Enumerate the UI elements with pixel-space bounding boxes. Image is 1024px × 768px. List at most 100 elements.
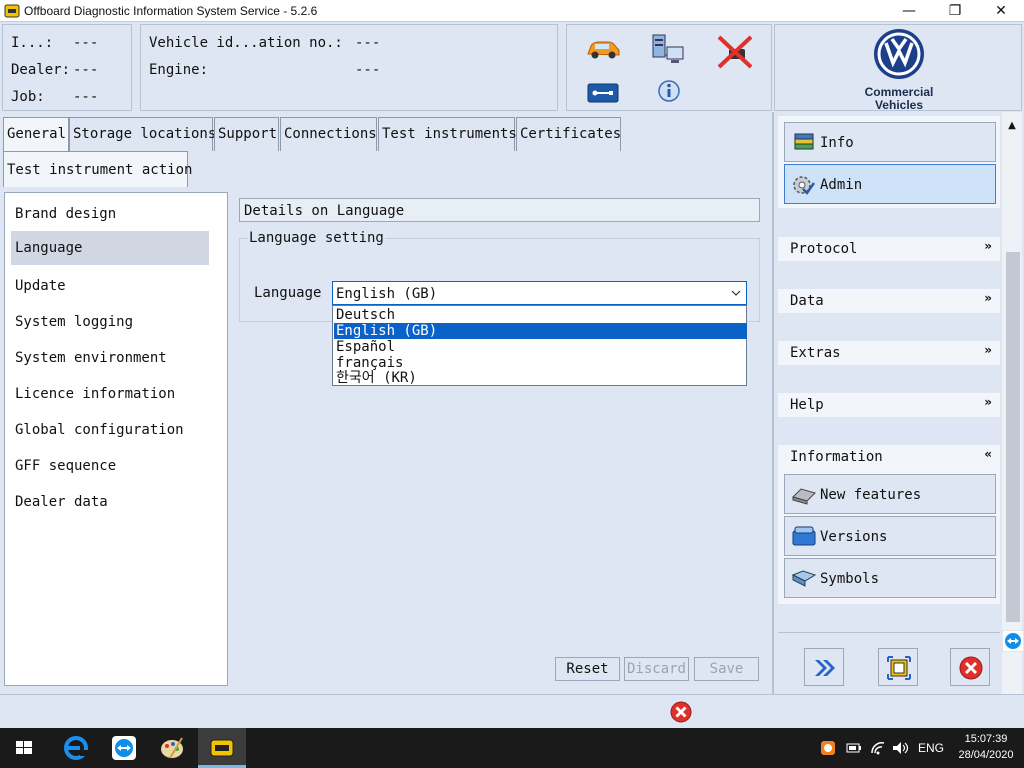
language-option-deutsch[interactable]: Deutsch [334, 307, 747, 323]
exit-x-icon [959, 656, 983, 680]
close-window-button[interactable]: ✕ [978, 0, 1024, 22]
chevron-down-icon [731, 290, 741, 296]
details-header: Details on Language [239, 198, 760, 222]
window-title: Offboard Diagnostic Information System S… [24, 4, 318, 18]
nav-item-system-environment[interactable]: System environment [11, 341, 209, 375]
clock-date[interactable]: 28/04/2020 [952, 749, 1020, 761]
language-setting-title: Language setting [248, 230, 385, 246]
right-panel-separator [778, 632, 1000, 633]
tray-app-icon[interactable] [820, 740, 836, 756]
nav-item-brand-design[interactable]: Brand design [11, 197, 209, 231]
odis-app-icon [210, 739, 234, 757]
brand-panel: Commercial Vehicles [774, 24, 1022, 112]
nav-item-gff-sequence[interactable]: GFF sequence [11, 449, 209, 483]
title-bar: Offboard Diagnostic Information System S… [0, 0, 1024, 22]
language-label: Language [254, 285, 322, 301]
vw-logo-icon [874, 29, 924, 79]
settings-nav-list: Brand design Language Update System logg… [4, 192, 228, 686]
gear-check-icon [793, 176, 815, 195]
double-chevron-down-icon: » [984, 291, 992, 305]
admin-button-label: Admin [820, 177, 863, 193]
symbols-label: Symbols [820, 571, 880, 587]
engine-value: --- [355, 62, 381, 78]
scrollbar-thumb[interactable] [1006, 252, 1020, 622]
tab-certificates[interactable]: Certificates [516, 117, 621, 151]
new-features-button[interactable]: New features [784, 474, 996, 514]
language-select[interactable]: English (GB) [332, 281, 747, 305]
symbols-button[interactable]: Symbols [784, 558, 996, 598]
language-option-francais[interactable]: français [334, 355, 747, 371]
protocol-label: Protocol [790, 241, 858, 257]
information-section-header[interactable]: Information « [778, 445, 1000, 469]
nav-item-dealer-data[interactable]: Dealer data [11, 485, 209, 519]
status-bar [0, 694, 1024, 728]
frame-capture-icon [887, 656, 911, 680]
edge-browser-icon[interactable] [52, 728, 100, 768]
versions-button[interactable]: Versions [784, 516, 996, 556]
vin-label: Vehicle id...ation no.: [149, 35, 343, 51]
language-option-korean[interactable]: 한국어 (KR) [334, 370, 747, 386]
battery-icon[interactable] [846, 740, 862, 756]
books-icon [794, 133, 814, 150]
new-features-label: New features [820, 487, 922, 503]
right-panel-scrollbar[interactable]: ▲ [1002, 112, 1022, 694]
forward-button[interactable] [804, 648, 844, 686]
language-select-value: English (GB) [336, 286, 438, 302]
input-language[interactable]: ENG [918, 741, 944, 755]
nav-item-global-configuration[interactable]: Global configuration [11, 413, 209, 447]
network-computer-icon[interactable] [651, 33, 687, 67]
engine-label: Engine: [149, 62, 209, 78]
odis-taskbar-button[interactable] [198, 728, 246, 768]
data-label: Data [790, 293, 824, 309]
save-button[interactable]: Save [694, 657, 759, 681]
double-chevron-down-icon: » [984, 343, 992, 357]
nav-item-system-logging[interactable]: System logging [11, 305, 209, 339]
language-option-english-gb[interactable]: English (GB) [334, 323, 747, 339]
tab-connections[interactable]: Connections [280, 117, 377, 151]
extras-section-header[interactable]: Extras » [778, 341, 1000, 365]
disconnected-plug-icon[interactable] [715, 33, 755, 71]
nav-item-licence-information[interactable]: Licence information [11, 377, 209, 411]
info-button-label: Info [820, 135, 854, 151]
double-chevron-down-icon: » [984, 395, 992, 409]
info-icon[interactable] [657, 79, 681, 103]
tab-storage-locations[interactable]: Storage locations [69, 117, 216, 151]
vehicle-info-panel: Vehicle id...ation no.: --- Engine: --- [140, 24, 558, 111]
symbols-book-icon [791, 570, 817, 587]
scroll-up-icon[interactable]: ▲ [1004, 120, 1020, 132]
details-header-text: Details on Language [244, 203, 405, 219]
protocol-section-header[interactable]: Protocol » [778, 237, 1000, 261]
tab-support[interactable]: Support [214, 117, 279, 151]
exit-button[interactable] [950, 648, 990, 686]
discard-button[interactable]: Discard [624, 657, 689, 681]
double-chevron-up-icon: « [984, 447, 992, 461]
brand-line2: Vehicles [874, 98, 924, 112]
nav-item-language[interactable]: Language [11, 231, 209, 265]
panel-divider [772, 112, 774, 694]
tab-test-instrument-action[interactable]: Test instrument action [3, 151, 192, 187]
data-section-header[interactable]: Data » [778, 289, 1000, 313]
maximize-button[interactable]: ❐ [932, 0, 978, 22]
error-status-icon[interactable] [670, 701, 692, 723]
clock-time[interactable]: 15:07:39 [956, 733, 1016, 745]
session-info-panel: I...: --- Dealer: --- Job: --- [2, 24, 132, 111]
volume-icon[interactable] [892, 740, 910, 756]
usb-icon[interactable] [587, 83, 619, 103]
info-button[interactable]: Info [784, 122, 996, 162]
minimize-button[interactable]: — [886, 0, 932, 22]
teamviewer-icon[interactable] [100, 728, 148, 768]
tab-general[interactable]: General [3, 117, 69, 151]
car-icon[interactable] [585, 37, 621, 61]
paint-icon[interactable] [148, 728, 196, 768]
wifi-icon[interactable] [870, 740, 886, 756]
double-chevron-down-icon: » [984, 239, 992, 253]
language-option-espanol[interactable]: Español [334, 339, 747, 355]
reset-button[interactable]: Reset [555, 657, 620, 681]
nav-item-update[interactable]: Update [11, 269, 209, 303]
help-section-header[interactable]: Help » [778, 393, 1000, 417]
screenshot-button[interactable] [878, 648, 918, 686]
tab-test-instruments[interactable]: Test instruments [378, 117, 517, 151]
windows-start-icon[interactable] [0, 728, 48, 768]
teamviewer-side-icon[interactable] [1002, 630, 1024, 652]
admin-button[interactable]: Admin [784, 164, 996, 204]
